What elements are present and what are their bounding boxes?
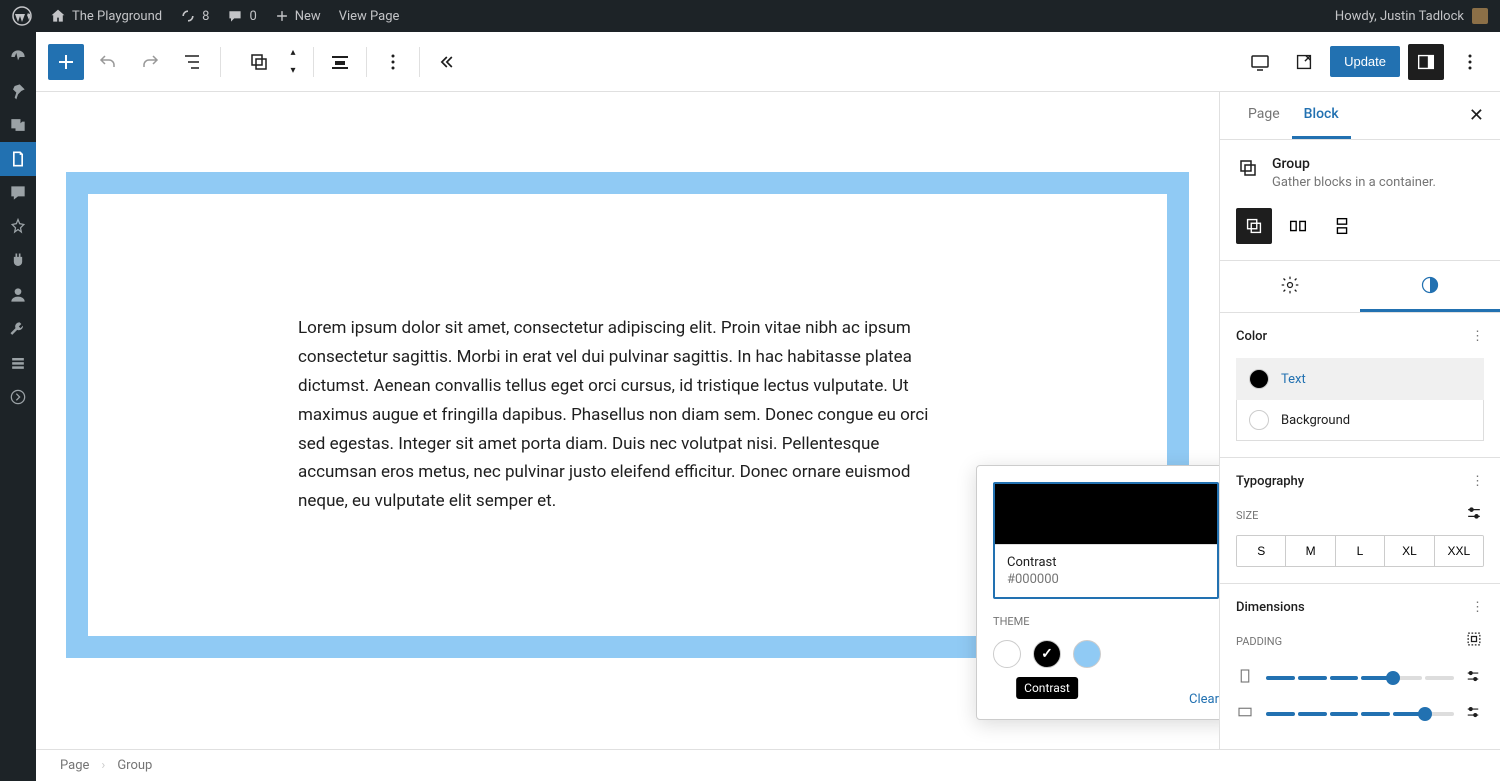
dimensions-options-button[interactable]: ⋮ [1471,600,1484,615]
avatar [1472,8,1488,24]
color-options-button[interactable]: ⋮ [1471,329,1484,344]
site-title: The Playground [72,9,162,24]
theme-section-label: THEME [993,615,1219,628]
size-s[interactable]: S [1237,536,1286,566]
sidebar-toggle-button[interactable] [1408,44,1444,80]
menu-collapse[interactable] [0,380,36,414]
wp-logo[interactable] [12,6,32,26]
settings-sidebar: Page Block ✕ Group Gather blocks in a co… [1219,92,1500,749]
paragraph-block[interactable]: Lorem ipsum dolor sit amet, consectetur … [298,314,957,516]
greeting-text: Howdy, Justin Tadlock [1335,9,1464,24]
breadcrumb: Page › Group [36,749,1500,781]
settings-tab-styles[interactable] [1360,261,1500,312]
variation-stack[interactable] [1324,208,1360,244]
settings-tab-general[interactable] [1220,261,1360,312]
padding-label: PADDING [1236,635,1282,648]
move-down-button[interactable]: ▾ [281,62,305,80]
size-label: SIZE [1236,509,1258,522]
site-home-link[interactable]: The Playground [50,8,162,24]
theme-swatch-contrast[interactable]: Contrast [1033,640,1061,668]
block-options-button[interactable] [375,44,411,80]
background-color-label: Background [1281,413,1350,428]
document-overview-button[interactable] [174,44,210,80]
text-color-label: Text [1281,372,1306,387]
size-m[interactable]: M [1286,536,1335,566]
block-description: Gather blocks in a container. [1272,175,1436,190]
align-button[interactable] [322,44,358,80]
redo-button[interactable] [132,44,168,80]
theme-swatch-accent[interactable] [1073,640,1101,668]
comments-link[interactable]: 0 [227,8,256,24]
editor-canvas[interactable]: Lorem ipsum dolor sit amet, consectetur … [36,92,1219,749]
menu-plugins[interactable] [0,244,36,278]
preview-button[interactable] [1286,44,1322,80]
menu-media[interactable] [0,108,36,142]
typography-heading: Typography [1236,474,1304,489]
menu-appearance[interactable] [0,210,36,244]
admin-menu [0,32,36,781]
collapse-toolbar-button[interactable] [428,44,464,80]
updates-count: 8 [202,9,209,24]
add-block-button[interactable] [48,44,84,80]
text-color-swatch [1249,369,1269,389]
menu-comments[interactable] [0,176,36,210]
tab-page[interactable]: Page [1236,92,1292,139]
admin-bar: The Playground 8 0 New View Page Howdy, … [0,0,1500,32]
view-page-link[interactable]: View Page [339,9,400,24]
swatch-tooltip: Contrast [1016,677,1078,699]
padding-horizontal-icon [1236,703,1256,725]
chevron-right-icon: › [101,758,105,773]
group-icon [1236,156,1260,184]
block-type-button[interactable] [241,44,277,80]
view-button[interactable] [1242,44,1278,80]
color-hex: #000000 [1007,572,1205,587]
size-xxl[interactable]: XXL [1435,536,1483,566]
dimensions-heading: Dimensions [1236,600,1305,615]
menu-users[interactable] [0,278,36,312]
move-up-button[interactable]: ▴ [281,44,305,62]
updates-link[interactable]: 8 [180,8,209,24]
typography-options-button[interactable]: ⋮ [1471,474,1484,489]
background-color-swatch [1249,410,1269,430]
variation-row[interactable] [1280,208,1316,244]
close-sidebar-button[interactable]: ✕ [1469,105,1484,126]
unlink-padding-button[interactable] [1464,629,1484,653]
menu-pages[interactable] [0,142,36,176]
menu-pin[interactable] [0,74,36,108]
clear-color-button[interactable]: Clear [977,684,1219,719]
tab-block[interactable]: Block [1292,92,1351,139]
theme-swatch-base[interactable] [993,640,1021,668]
user-greeting[interactable]: Howdy, Justin Tadlock [1335,8,1488,24]
custom-padding-v-button[interactable] [1464,667,1484,689]
editor-toolbar: ▴ ▾ Update [36,32,1500,92]
color-preview-swatch [995,484,1217,544]
color-heading: Color [1236,329,1267,344]
breadcrumb-block[interactable]: Group [117,758,152,773]
menu-dashboard[interactable] [0,40,36,74]
more-options-button[interactable] [1452,44,1488,80]
padding-vertical-icon [1236,667,1256,689]
breadcrumb-page[interactable]: Page [60,758,89,773]
padding-horizontal-slider[interactable] [1266,712,1454,716]
size-button-group: S M L XL XXL [1236,535,1484,567]
update-button[interactable]: Update [1330,46,1400,77]
color-background-row[interactable]: Background [1236,400,1484,441]
color-name: Contrast [1007,555,1205,570]
custom-padding-h-button[interactable] [1464,703,1484,725]
view-page-label: View Page [339,9,400,24]
new-link[interactable]: New [275,9,321,24]
undo-button[interactable] [90,44,126,80]
size-xl[interactable]: XL [1385,536,1434,566]
menu-settings[interactable] [0,346,36,380]
size-l[interactable]: L [1336,536,1385,566]
menu-tools[interactable] [0,312,36,346]
color-popover: Contrast #000000 THEME Contrast Clear [976,465,1219,720]
comments-count: 0 [249,9,256,24]
new-label: New [295,9,321,24]
variation-group[interactable] [1236,208,1272,244]
padding-vertical-slider[interactable] [1266,676,1454,680]
color-text-row[interactable]: Text [1236,358,1484,400]
custom-size-button[interactable] [1464,503,1484,527]
block-title: Group [1272,156,1436,172]
